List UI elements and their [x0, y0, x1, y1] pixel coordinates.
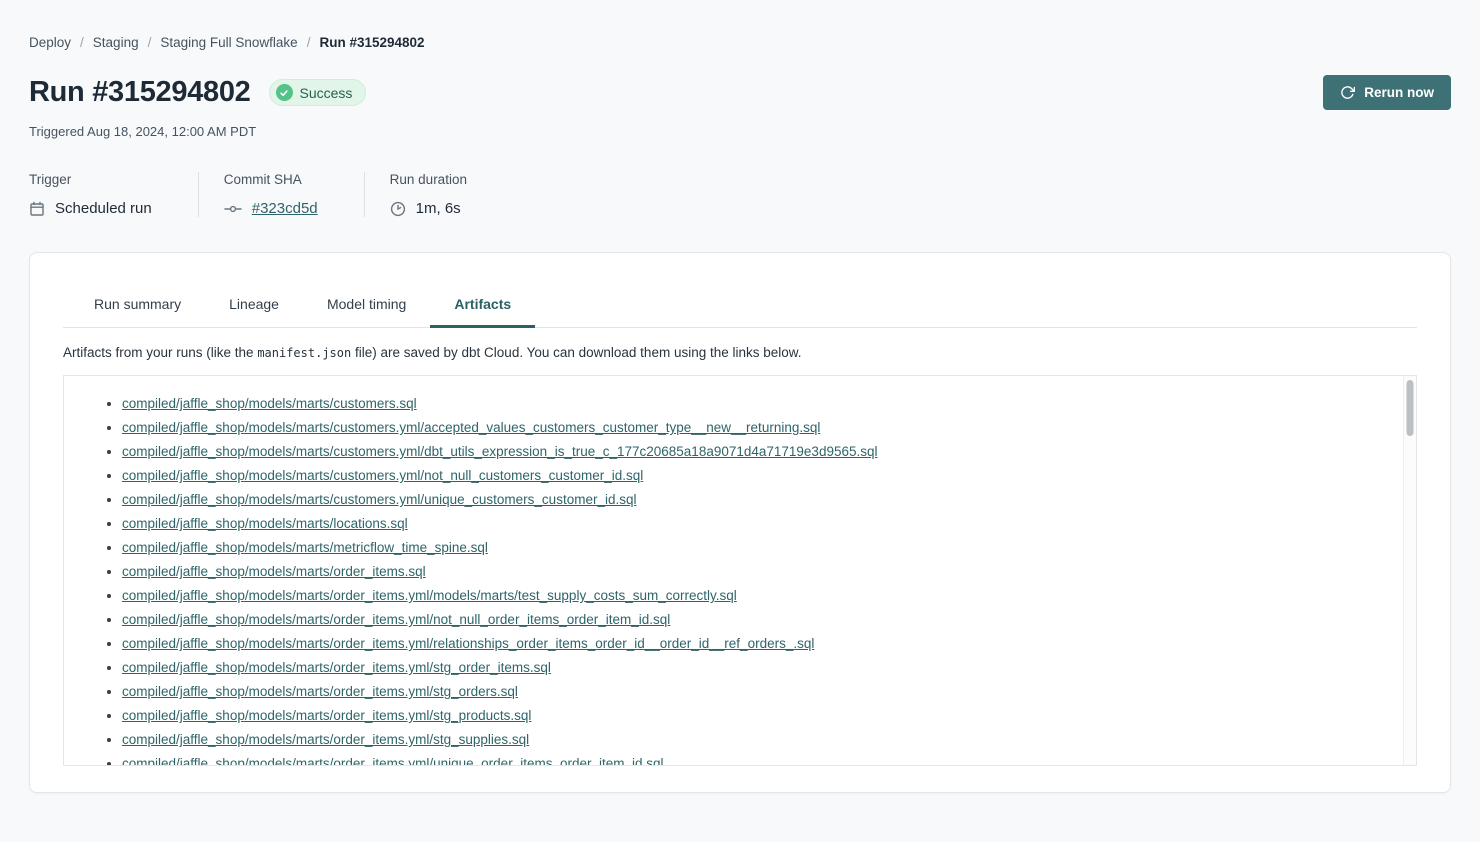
artifact-list-item: compiled/jaffle_shop/models/marts/order_… [122, 752, 1392, 766]
artifact-link[interactable]: compiled/jaffle_shop/models/marts/order_… [122, 660, 551, 675]
artifact-list-item: compiled/jaffle_shop/models/marts/order_… [122, 560, 1392, 584]
run-detail-page: Deploy / Staging / Staging Full Snowflak… [0, 0, 1480, 793]
run-meta-row: Trigger Scheduled run Commit SHA #323cd5… [29, 172, 1451, 217]
run-detail-card: Run summary Lineage Model timing Artifac… [29, 252, 1451, 793]
breadcrumb-separator: / [307, 35, 311, 50]
calendar-icon [29, 201, 45, 217]
artifact-list-item: compiled/jaffle_shop/models/marts/custom… [122, 392, 1392, 416]
artifact-link[interactable]: compiled/jaffle_shop/models/marts/order_… [122, 756, 664, 766]
duration-value: 1m, 6s [416, 200, 461, 217]
artifact-list-item: compiled/jaffle_shop/models/marts/order_… [122, 608, 1392, 632]
artifact-list-item: compiled/jaffle_shop/models/marts/locati… [122, 512, 1392, 536]
artifact-list-item: compiled/jaffle_shop/models/marts/custom… [122, 440, 1392, 464]
meta-duration: Run duration 1m, 6s [364, 172, 513, 217]
page-header: Run #315294802 Success Rerun now [29, 75, 1451, 110]
artifact-list-item: compiled/jaffle_shop/models/marts/order_… [122, 656, 1392, 680]
breadcrumb: Deploy / Staging / Staging Full Snowflak… [29, 0, 1451, 50]
artifact-list-item: compiled/jaffle_shop/models/marts/custom… [122, 464, 1392, 488]
artifact-link[interactable]: compiled/jaffle_shop/models/marts/order_… [122, 732, 529, 747]
artifact-link[interactable]: compiled/jaffle_shop/models/marts/order_… [122, 636, 814, 651]
breadcrumb-item-deploy[interactable]: Deploy [29, 35, 71, 50]
artifact-link[interactable]: compiled/jaffle_shop/models/marts/custom… [122, 468, 643, 483]
triggered-timestamp: Triggered Aug 18, 2024, 12:00 AM PDT [29, 124, 1451, 139]
artifact-link[interactable]: compiled/jaffle_shop/models/marts/custom… [122, 492, 636, 507]
artifact-list-item: compiled/jaffle_shop/models/marts/order_… [122, 584, 1392, 608]
trigger-label: Trigger [29, 172, 152, 187]
artifact-list-item: compiled/jaffle_shop/models/marts/order_… [122, 680, 1392, 704]
status-badge: Success [269, 79, 367, 106]
meta-trigger: Trigger Scheduled run [29, 172, 198, 217]
artifact-list-item: compiled/jaffle_shop/models/marts/order_… [122, 632, 1392, 656]
artifacts-description-text: Artifacts from your runs (like the [63, 345, 257, 360]
rerun-button-label: Rerun now [1364, 85, 1434, 100]
clock-icon [390, 201, 406, 217]
commit-sha-link[interactable]: #323cd5d [252, 200, 318, 217]
git-commit-icon [224, 201, 242, 217]
artifact-link[interactable]: compiled/jaffle_shop/models/marts/order_… [122, 612, 670, 627]
commit-label: Commit SHA [224, 172, 318, 187]
tab-bar: Run summary Lineage Model timing Artifac… [63, 281, 1417, 328]
status-badge-label: Success [300, 85, 353, 101]
meta-commit: Commit SHA #323cd5d [198, 172, 364, 217]
vertical-scrollbar[interactable] [1403, 376, 1416, 765]
tab-model-timing[interactable]: Model timing [303, 281, 430, 327]
artifact-list-item: compiled/jaffle_shop/models/marts/order_… [122, 704, 1392, 728]
breadcrumb-item-run: Run #315294802 [319, 35, 424, 50]
artifact-list-item: compiled/jaffle_shop/models/marts/order_… [122, 728, 1392, 752]
rerun-now-button[interactable]: Rerun now [1323, 75, 1451, 110]
breadcrumb-item-staging[interactable]: Staging [93, 35, 139, 50]
tab-lineage[interactable]: Lineage [205, 281, 303, 327]
artifact-list-container: compiled/jaffle_shop/models/marts/custom… [63, 375, 1417, 766]
tab-artifacts[interactable]: Artifacts [430, 281, 535, 327]
breadcrumb-separator: / [148, 35, 152, 50]
tab-run-summary[interactable]: Run summary [70, 281, 205, 327]
artifact-list-item: compiled/jaffle_shop/models/marts/metric… [122, 536, 1392, 560]
manifest-json-code: manifest.json [257, 346, 351, 360]
artifact-link[interactable]: compiled/jaffle_shop/models/marts/order_… [122, 708, 531, 723]
scrollbar-thumb[interactable] [1407, 380, 1414, 436]
rerun-icon [1340, 85, 1355, 100]
trigger-value: Scheduled run [55, 200, 152, 217]
artifact-link[interactable]: compiled/jaffle_shop/models/marts/custom… [122, 396, 417, 411]
check-circle-icon [276, 84, 293, 101]
artifact-link[interactable]: compiled/jaffle_shop/models/marts/metric… [122, 540, 488, 555]
artifact-list: compiled/jaffle_shop/models/marts/custom… [64, 376, 1416, 766]
breadcrumb-item-job[interactable]: Staging Full Snowflake [160, 35, 297, 50]
artifact-link[interactable]: compiled/jaffle_shop/models/marts/order_… [122, 588, 737, 603]
artifact-link[interactable]: compiled/jaffle_shop/models/marts/custom… [122, 420, 820, 435]
artifact-link[interactable]: compiled/jaffle_shop/models/marts/order_… [122, 684, 518, 699]
duration-label: Run duration [390, 172, 467, 187]
artifact-link[interactable]: compiled/jaffle_shop/models/marts/custom… [122, 444, 878, 459]
artifact-list-item: compiled/jaffle_shop/models/marts/custom… [122, 416, 1392, 440]
artifacts-description: Artifacts from your runs (like the manif… [63, 345, 1417, 360]
artifact-link[interactable]: compiled/jaffle_shop/models/marts/locati… [122, 516, 408, 531]
artifacts-description-text: file) are saved by dbt Cloud. You can do… [351, 345, 801, 360]
artifact-list-item: compiled/jaffle_shop/models/marts/custom… [122, 488, 1392, 512]
artifact-link[interactable]: compiled/jaffle_shop/models/marts/order_… [122, 564, 426, 579]
breadcrumb-separator: / [80, 35, 84, 50]
page-title: Run #315294802 [29, 76, 251, 109]
